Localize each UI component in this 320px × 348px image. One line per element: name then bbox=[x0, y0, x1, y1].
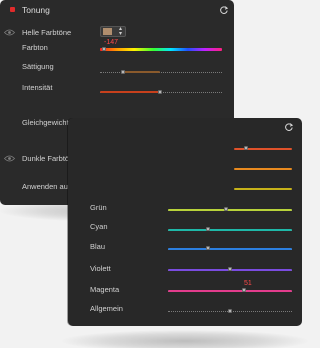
apply-to-label: Anwenden auf bbox=[22, 182, 70, 191]
yellow-slider-track[interactable] bbox=[234, 188, 292, 190]
chevron-updown-icon: ▴▾ bbox=[118, 26, 122, 37]
reset-icon[interactable] bbox=[219, 5, 229, 15]
hue-slider-knob[interactable] bbox=[102, 47, 106, 51]
panel-title: Tonung bbox=[22, 5, 50, 15]
cyan-label: Cyan bbox=[90, 222, 108, 231]
panel-active-indicator bbox=[10, 7, 15, 12]
eye-icon-highlights[interactable] bbox=[4, 29, 15, 36]
blue-slider-fill bbox=[168, 248, 292, 250]
highlights-color-swatch bbox=[103, 28, 112, 35]
highlights-color-picker[interactable]: ▴ ▾ bbox=[100, 26, 126, 37]
saturation-label: Sättigung bbox=[22, 62, 54, 71]
general-slider-knob[interactable] bbox=[228, 309, 232, 313]
saturation-slider-knob[interactable] bbox=[121, 70, 125, 74]
intensity-label: Intensität bbox=[22, 83, 53, 92]
eye-icon-shadows[interactable] bbox=[4, 155, 15, 162]
hue-label: Farbton bbox=[22, 43, 48, 52]
intensity-slider-knob[interactable] bbox=[158, 90, 162, 94]
magenta-label: Magenta bbox=[90, 285, 120, 294]
green-slider-fill bbox=[168, 209, 292, 211]
hue-value: -147 bbox=[104, 39, 119, 46]
reset-icon-front[interactable] bbox=[284, 122, 294, 132]
magenta-slider-knob[interactable] bbox=[242, 288, 246, 292]
magenta-slider-fill bbox=[168, 290, 292, 292]
orange-slider-track[interactable] bbox=[234, 168, 292, 170]
intensity-fill bbox=[100, 91, 160, 93]
red-slider-track[interactable] bbox=[234, 148, 292, 150]
cyan-slider-fill bbox=[168, 229, 292, 231]
blue-label: Blau bbox=[90, 242, 106, 251]
highlights-label: Helle Farbtöne bbox=[22, 28, 72, 37]
hue-slider-track[interactable] bbox=[100, 48, 222, 51]
violet-label: Violett bbox=[90, 264, 111, 273]
saturation-slider-track[interactable] bbox=[100, 72, 222, 73]
blue-slider-knob[interactable] bbox=[206, 246, 210, 250]
cyan-slider-knob[interactable] bbox=[206, 227, 210, 231]
general-label: Allgemein bbox=[90, 304, 123, 313]
front-panel-shadow bbox=[62, 330, 308, 348]
magenta-value: 51 bbox=[244, 280, 252, 287]
balance-label: Gleichgewicht bbox=[22, 118, 69, 127]
color-panel-front: Grün Cyan Blau Violett Magenta 51 Allgem… bbox=[68, 118, 302, 326]
green-slider-knob[interactable] bbox=[224, 207, 228, 211]
green-label: Grün bbox=[90, 203, 107, 212]
saturation-fill bbox=[124, 71, 160, 73]
violet-slider-knob[interactable] bbox=[228, 267, 232, 271]
red-slider-knob[interactable] bbox=[244, 146, 248, 150]
